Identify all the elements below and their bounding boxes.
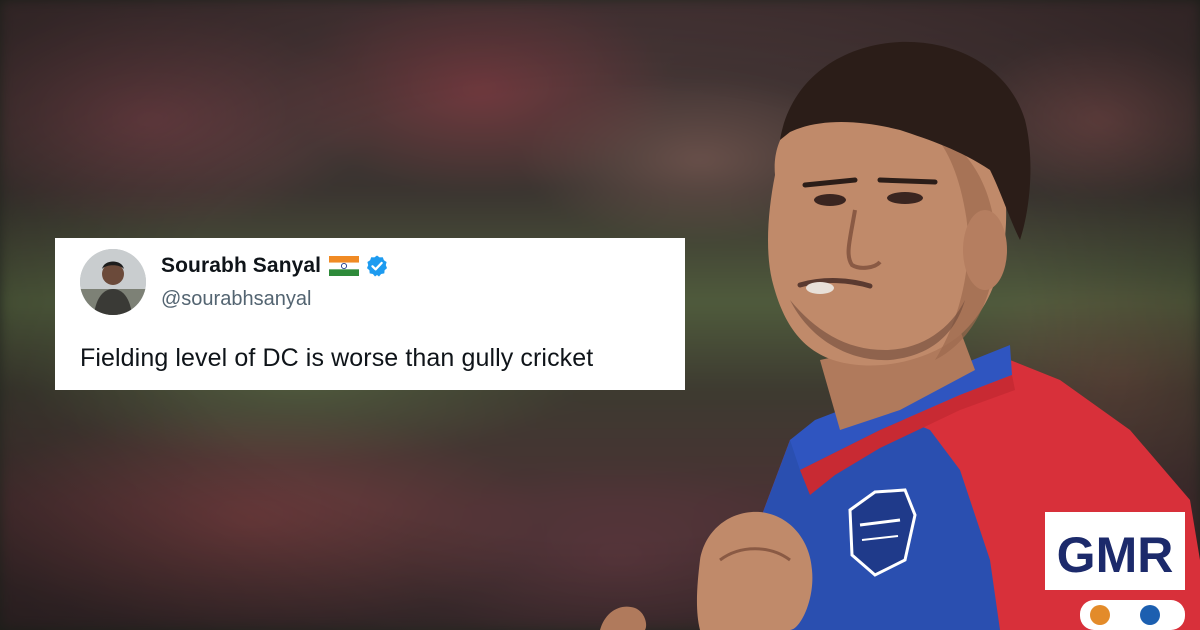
sponsor-logo-patch: GMR (1045, 512, 1185, 590)
author-handle[interactable]: @sourabhsanyal (161, 288, 311, 311)
india-flag-icon (329, 256, 360, 276)
player-hands (696, 511, 813, 630)
player-ear (963, 210, 1007, 290)
verified-badge-icon (365, 254, 389, 278)
author-name[interactable]: Sourabh Sanyal (161, 254, 321, 278)
tweet-card: Sourabh Sanyal @sourabhsanyal Fielding l… (55, 238, 685, 390)
sponsor-logo-text: GMR (1057, 527, 1174, 583)
social-media-thumbnail: GMR Sourabh Sanyal @sourabhsanyal Fieldi… (0, 0, 1200, 630)
tweet-text: Fielding level of DC is worse than gully… (80, 344, 594, 372)
author-name-row: Sourabh Sanyal (161, 253, 389, 279)
author-avatar[interactable] (80, 249, 146, 315)
